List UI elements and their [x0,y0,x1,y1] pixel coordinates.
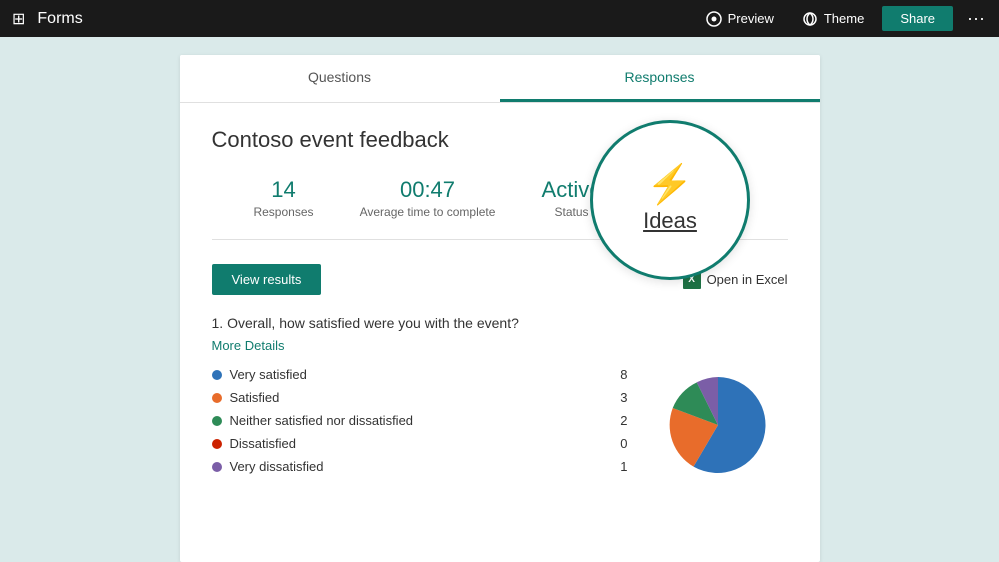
question-text: Overall, how satisfied were you with the… [227,315,519,331]
label-neither: Neither satisfied nor dissatisfied [230,413,414,428]
label-very-satisfied: Very satisfied [230,367,307,382]
legend-item-very-dissatisfied: Very dissatisfied 1 [212,459,628,474]
count-very-dissatisfied: 1 [612,459,628,474]
status-label: Status [500,205,644,219]
stats-row: 14 Responses 00:47 Average time to compl… [212,177,788,240]
legend-item-dissatisfied: Dissatisfied 0 [212,436,628,451]
tab-questions[interactable]: Questions [180,55,500,102]
form-title: Contoso event feedback [212,127,788,153]
stat-status: Active Status [500,177,644,219]
legend-item-satisfied: Satisfied 3 [212,390,628,405]
stat-ideas[interactable]: ⚡ Ideas [644,177,788,219]
label-satisfied: Satisfied [230,390,280,405]
responses-value: 14 [212,177,356,203]
count-satisfied: 3 [612,390,628,405]
legend-item-very-satisfied: Very satisfied 8 [212,367,628,382]
grid-icon[interactable]: ⊞ [8,5,29,33]
preview-button[interactable]: Preview [696,7,784,31]
stat-responses: 14 Responses [212,177,356,219]
form-content: Contoso event feedback 14 Responses 00:4… [180,103,820,506]
view-results-button[interactable]: View results [212,264,322,295]
legend-item-neither: Neither satisfied nor dissatisfied 2 [212,413,628,428]
dot-neither [212,416,222,426]
pie-chart [658,370,788,480]
stat-avg-time: 00:47 Average time to complete [356,177,500,219]
dot-very-satisfied [212,370,222,380]
theme-label: Theme [824,11,864,26]
tabs: Questions Responses [180,55,820,103]
tab-responses[interactable]: Responses [500,55,820,102]
ideas-label: Ideas [644,205,788,219]
count-dissatisfied: 0 [612,436,628,451]
ideas-icon: ⚡ [644,177,788,203]
legend-list: Very satisfied 8 Satisfied 3 [212,367,628,482]
dot-dissatisfied [212,439,222,449]
more-details-link[interactable]: More Details [212,338,285,353]
responses-chart: Very satisfied 8 Satisfied 3 [212,367,788,482]
avg-time-value: 00:47 [356,177,500,203]
dot-satisfied [212,393,222,403]
responses-label: Responses [212,205,356,219]
more-button[interactable]: ··· [961,8,991,29]
main-container: Questions Responses Contoso event feedba… [0,37,999,562]
count-very-satisfied: 8 [612,367,628,382]
theme-button[interactable]: Theme [792,7,874,31]
dot-very-dissatisfied [212,462,222,472]
label-dissatisfied: Dissatisfied [230,436,296,451]
excel-icon: X [683,271,701,289]
status-value: Active [500,177,644,203]
count-neither: 2 [612,413,628,428]
avg-time-label: Average time to complete [356,205,500,219]
buttons-row: View results X Open in Excel [212,264,788,295]
form-card: Questions Responses Contoso event feedba… [180,55,820,562]
open-excel-label: Open in Excel [707,272,788,287]
question-title: 1. Overall, how satisfied were you with … [212,315,788,331]
open-excel-button[interactable]: X Open in Excel [683,271,788,289]
label-very-dissatisfied: Very dissatisfied [230,459,324,474]
app-name: Forms [37,10,82,28]
share-button[interactable]: Share [882,6,953,31]
preview-label: Preview [728,11,774,26]
top-navigation: ⊞ Forms Preview Theme Share ··· [0,0,999,37]
question-section: 1. Overall, how satisfied were you with … [212,315,788,482]
question-number: 1. [212,315,224,331]
